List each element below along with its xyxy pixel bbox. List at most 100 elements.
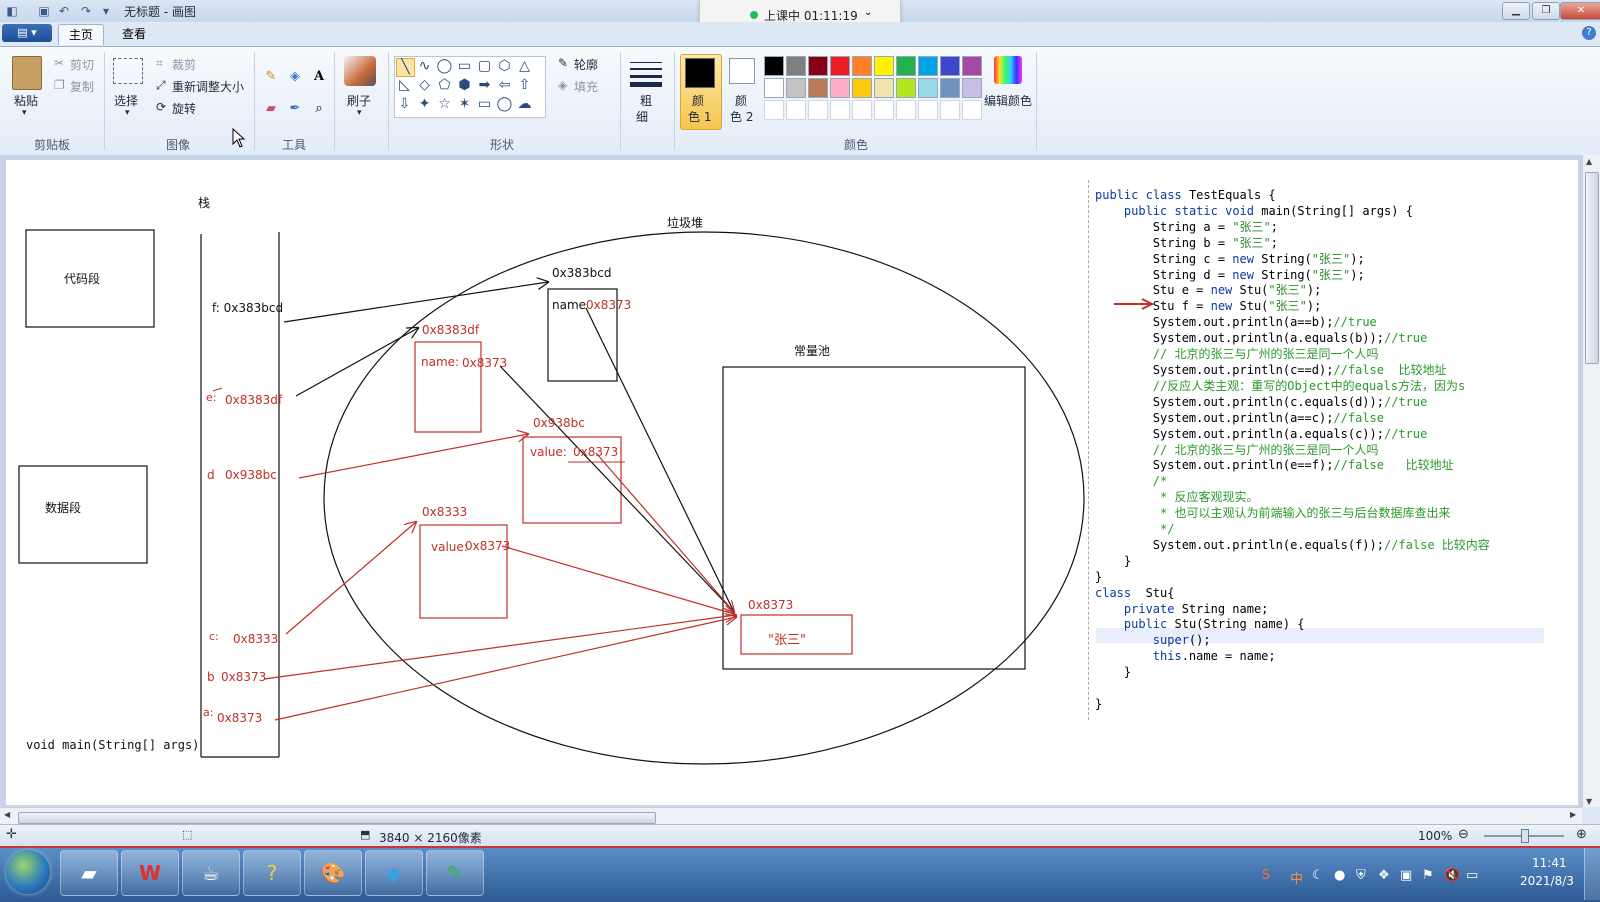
file-menu-button[interactable]: ▤ ▾ [2,24,52,42]
palette-swatch[interactable] [874,56,894,76]
size-label-line2[interactable]: 细 [636,108,648,125]
resize-button[interactable]: 重新调整大小 [172,78,244,95]
shape-polygon-icon[interactable]: ⬡ [496,58,513,75]
tray-qq-icon[interactable]: ● [1334,868,1345,883]
scroll-down-icon[interactable]: ▼ [1586,797,1592,806]
outline-button[interactable]: 轮廓 [574,56,598,73]
color-picker-icon[interactable]: ✒ [284,98,306,120]
tray-volume-icon[interactable]: 🔇 [1444,868,1460,883]
custom-color-slot[interactable] [808,100,828,120]
custom-color-slot[interactable] [874,100,894,120]
palette-swatch[interactable] [764,56,784,76]
palette-swatch[interactable] [786,56,806,76]
paint-canvas[interactable]: 栈 垃圾堆 常量池 代码段 数据段 void main(String[] arg… [6,160,1578,805]
close-button[interactable]: ✕ [1560,2,1600,20]
palette-swatch[interactable] [852,78,872,98]
palette-swatch[interactable] [918,56,938,76]
shape-down-arrow-icon[interactable]: ⇩ [396,96,413,113]
palette-swatch[interactable] [940,78,960,98]
maximize-button[interactable]: ❐ [1532,2,1560,20]
shape-up-arrow-icon[interactable]: ⇧ [516,77,533,94]
tray-moon-icon[interactable]: ☾ [1312,868,1324,883]
select-icon[interactable] [113,58,143,84]
shape-hexagon-icon[interactable]: ⬢ [456,77,473,94]
start-button[interactable] [6,850,50,894]
pencil-icon[interactable]: ✎ [260,66,282,88]
tray-ime-indicator[interactable]: 中 [1290,868,1303,887]
palette-swatch[interactable] [918,78,938,98]
custom-color-slot[interactable] [940,100,960,120]
palette-swatch[interactable] [874,78,894,98]
palette-swatch[interactable] [808,56,828,76]
select-button[interactable]: 选择 [114,92,138,109]
minimize-button[interactable]: ▁ [1502,2,1530,20]
crop-button[interactable]: 裁剪 [172,56,196,73]
line-size-icon[interactable] [630,60,662,87]
shape-cloud-callout-icon[interactable]: ☁ [516,96,533,113]
shape-five-point-star-icon[interactable]: ☆ [436,96,453,113]
shape-left-arrow-icon[interactable]: ⇦ [496,77,513,94]
brushes-button[interactable]: 刷子 [347,92,371,109]
taskbar-editor[interactable]: ✎ [426,850,484,896]
select-dropdown-icon[interactable]: ▾ [125,108,130,118]
eraser-icon[interactable]: ▰ [260,98,282,120]
shape-six-point-star-icon[interactable]: ✶ [456,96,473,113]
custom-color-slot[interactable] [830,100,850,120]
paste-dropdown-icon[interactable]: ▾ [22,108,27,118]
custom-color-slot[interactable] [918,100,938,120]
shape-pentagon-icon[interactable]: ⬠ [436,77,453,94]
zoom-out-button[interactable]: ⊖ [1458,827,1469,842]
paste-icon[interactable] [12,56,42,90]
scroll-left-icon[interactable]: ◀ [4,810,10,819]
text-tool-icon[interactable]: A [308,66,330,88]
save-icon[interactable]: ▣ [36,3,52,19]
palette-swatch[interactable] [830,56,850,76]
clock-time[interactable]: 11:41 [1532,856,1567,870]
custom-color-slot[interactable] [764,100,784,120]
fill-button[interactable]: 填充 [574,78,598,95]
color2-swatch[interactable] [729,58,755,84]
custom-color-slot[interactable] [852,100,872,120]
quick-access-dropdown-icon[interactable]: ▾ [98,3,114,19]
tray-app-icon[interactable]: ▣ [1400,868,1412,883]
tab-home[interactable]: 主页 [58,24,105,45]
taskbar-paint[interactable]: 🎨 [304,850,362,896]
shape-right-triangle-icon[interactable]: ◺ [396,77,413,94]
palette-swatch[interactable] [896,78,916,98]
copy-button[interactable]: 复制 [70,78,94,95]
shape-rectangle-icon[interactable]: ▭ [456,58,473,75]
shape-triangle-icon[interactable]: △ [516,58,533,75]
scroll-up-icon[interactable]: ▲ [1586,157,1592,166]
custom-color-slot[interactable] [962,100,982,120]
tray-shield-icon[interactable]: ⛨ [1356,868,1366,883]
tray-network-icon[interactable]: ❖ [1378,868,1390,883]
palette-swatch[interactable] [962,78,982,98]
undo-icon[interactable]: ↶ [56,3,72,19]
shape-rect-callout-icon[interactable]: ▭ [476,96,493,113]
tab-view[interactable]: 查看 [112,24,156,44]
palette-swatch[interactable] [962,56,982,76]
taskbar-java-ide[interactable]: ☕ [182,850,240,896]
magnifier-icon[interactable]: ⌕ [308,98,330,120]
tray-sogou-icon[interactable]: S [1262,868,1270,883]
shape-right-arrow-icon[interactable]: ➡ [476,77,493,94]
taskbar-help[interactable]: ? [243,850,301,896]
brushes-dropdown-icon[interactable]: ▾ [357,108,362,118]
taskbar-explorer[interactable]: ▰ [60,850,118,896]
help-icon[interactable]: ? [1582,26,1596,40]
palette-swatch[interactable] [940,56,960,76]
paint-app-icon[interactable]: ◧ [4,3,20,19]
brush-icon[interactable] [344,56,376,86]
horizontal-scroll-thumb[interactable] [18,812,656,824]
zoom-in-button[interactable]: ⊕ [1576,827,1587,842]
shape-line-icon[interactable]: ╲ [396,58,415,77]
tray-monitor-icon[interactable]: ▭ [1466,868,1478,883]
shape-curve-icon[interactable]: ∿ [416,58,433,75]
show-desktop-button[interactable] [1584,848,1600,900]
custom-color-slot[interactable] [896,100,916,120]
zoom-slider-thumb[interactable] [1521,829,1529,843]
taskbar-wps[interactable]: W [121,850,179,896]
shape-oval-icon[interactable]: ◯ [436,58,453,75]
rotate-button[interactable]: 旋转 [172,100,196,117]
custom-color-slot[interactable] [786,100,806,120]
